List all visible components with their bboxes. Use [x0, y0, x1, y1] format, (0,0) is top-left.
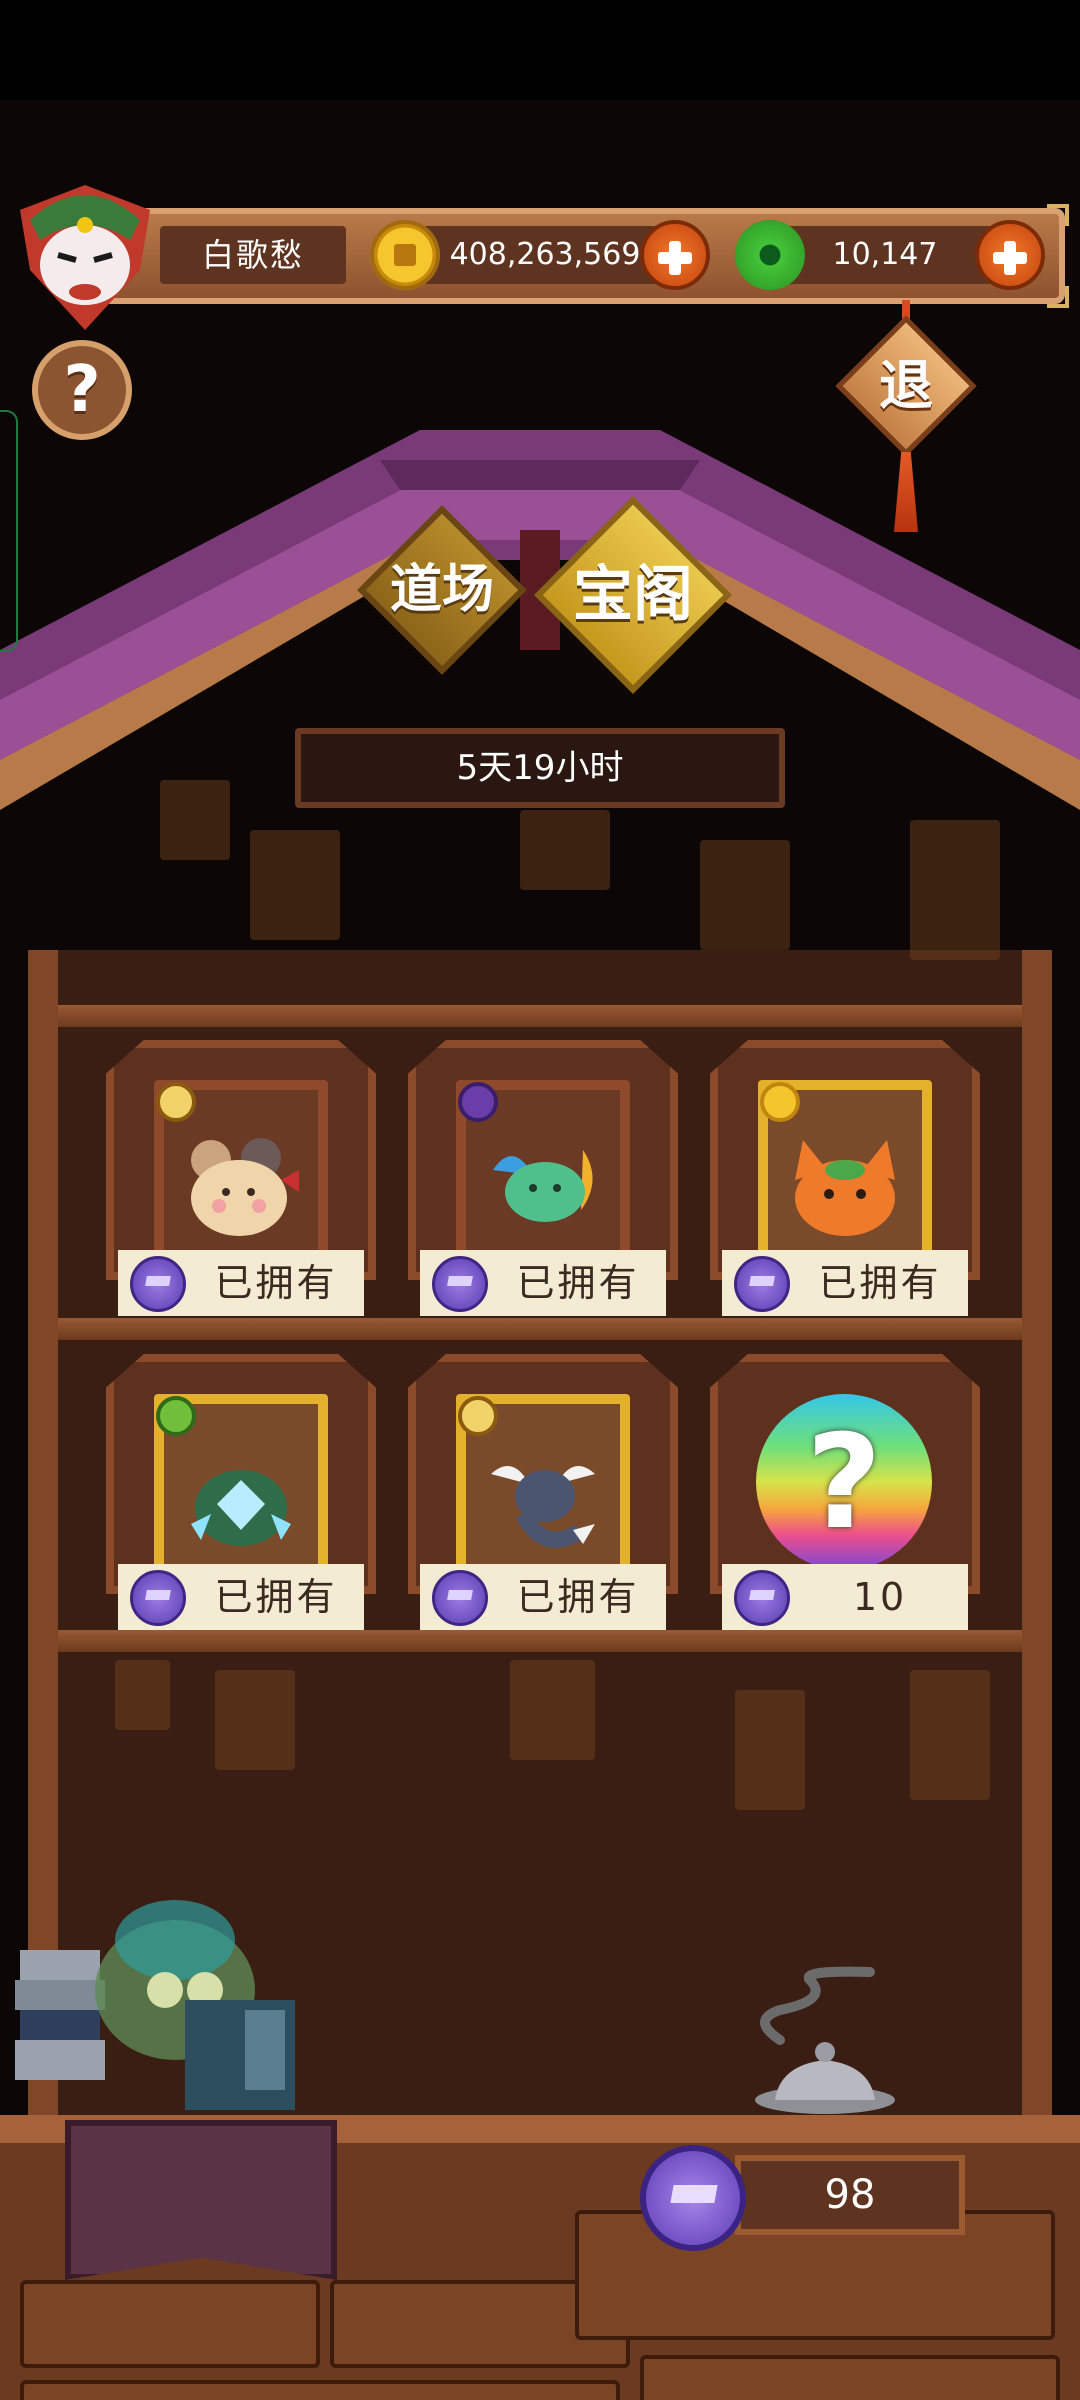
pet-slot-2[interactable]: 已拥有: [408, 1040, 678, 1320]
gold-coin-icon: [370, 220, 440, 290]
status-text: 已拥有: [214, 1575, 338, 1619]
exit-label: 退: [879, 354, 933, 417]
wall-tablet: [115, 1660, 170, 1730]
scholar-hat-icon: [734, 1570, 790, 1626]
bar-corner: [1047, 286, 1069, 308]
status-text: 已拥有: [818, 1261, 942, 1305]
leaf-icon: [156, 1396, 196, 1436]
player-name-plate: 白歌愁: [160, 226, 346, 284]
floor-plank: [20, 2380, 620, 2400]
triangle-icon: [156, 1082, 196, 1122]
wall-tablet: [520, 810, 610, 890]
player-avatar[interactable]: [10, 180, 160, 330]
mystery-egg-icon: ?: [756, 1394, 932, 1570]
pet-slot-3[interactable]: 已拥有: [710, 1040, 980, 1320]
price-text: 10: [852, 1575, 908, 1619]
help-button[interactable]: ?: [32, 340, 132, 440]
pet-slot-6-mystery[interactable]: ? 10: [710, 1354, 980, 1634]
add-gold-button[interactable]: [640, 220, 710, 290]
winged-fish-pet-icon: [493, 1150, 593, 1222]
tab-bar: 道场 宝阁: [0, 496, 1080, 700]
wall-tablet: [910, 1670, 990, 1800]
timer-text: 5天19小时: [456, 748, 624, 788]
winged-serpent-pet-icon: [491, 1466, 595, 1548]
status-label: 已拥有: [420, 1564, 666, 1630]
status-label: 已拥有: [118, 1250, 364, 1316]
add-jade-button[interactable]: [975, 220, 1045, 290]
pet-slot-5[interactable]: 已拥有: [408, 1354, 678, 1634]
price-label: 10: [722, 1564, 968, 1630]
sun-icon: [760, 1082, 800, 1122]
tab-label: 道场: [389, 560, 494, 620]
tab-daochang[interactable]: 道场: [352, 500, 532, 680]
floor-plank: [640, 2355, 1060, 2400]
bar-corner: [1047, 204, 1069, 226]
player-name: 白歌愁: [201, 236, 304, 274]
tab-baoge[interactable]: 宝阁: [528, 490, 738, 700]
wall-tablet: [510, 1660, 595, 1760]
wall-tablet: [215, 1670, 295, 1770]
status-text: 已拥有: [214, 1261, 338, 1305]
scholar-token-value: 98: [824, 2172, 876, 2218]
help-symbol: ?: [63, 353, 101, 427]
status-label: 已拥有: [118, 1564, 364, 1630]
wall-tablet: [735, 1690, 805, 1810]
moon-icon: [458, 1082, 498, 1122]
status-text: 已拥有: [516, 1575, 640, 1619]
wall-tablet: [160, 780, 230, 860]
scholar-hat-icon: [130, 1256, 186, 1312]
tab-label: 宝阁: [573, 560, 693, 630]
incense-burner-icon: [755, 1966, 895, 2114]
shelf-board-top: [58, 1005, 1022, 1027]
crystal-dragon-pet-icon: [191, 1470, 291, 1546]
refresh-timer: 5天19小时: [295, 728, 785, 808]
scholar-hat-icon: [734, 1256, 790, 1312]
pet-slot-4[interactable]: 已拥有: [106, 1354, 376, 1634]
wall-tablet: [250, 830, 340, 940]
status-label: 已拥有: [420, 1250, 666, 1316]
exit-button[interactable]: 退: [835, 315, 977, 457]
status-text: 已拥有: [516, 1261, 640, 1305]
book-banner: [65, 2120, 337, 2280]
wall-tablet: [910, 820, 1000, 960]
floor-plank: [20, 2280, 320, 2368]
scholar-hat-icon: [432, 1570, 488, 1626]
mouse-pet-icon: [191, 1138, 299, 1236]
scholar-token-counter: 98: [735, 2155, 965, 2235]
triangle-icon: [458, 1396, 498, 1436]
status-label: 已拥有: [722, 1250, 968, 1316]
pet-slot-1[interactable]: 已拥有: [106, 1040, 376, 1320]
scholar-frog-icon: [15, 1900, 295, 2110]
shelf-board-middle: [58, 1318, 1022, 1340]
jade-icon: [735, 220, 805, 290]
fox-pet-icon: [795, 1140, 895, 1236]
wall-tablet: [700, 840, 790, 950]
mystery-symbol: ?: [806, 1406, 882, 1558]
scholar-hat-icon: [130, 1570, 186, 1626]
scholar-token-icon: [640, 2145, 746, 2251]
scholar-hat-icon: [432, 1256, 488, 1312]
